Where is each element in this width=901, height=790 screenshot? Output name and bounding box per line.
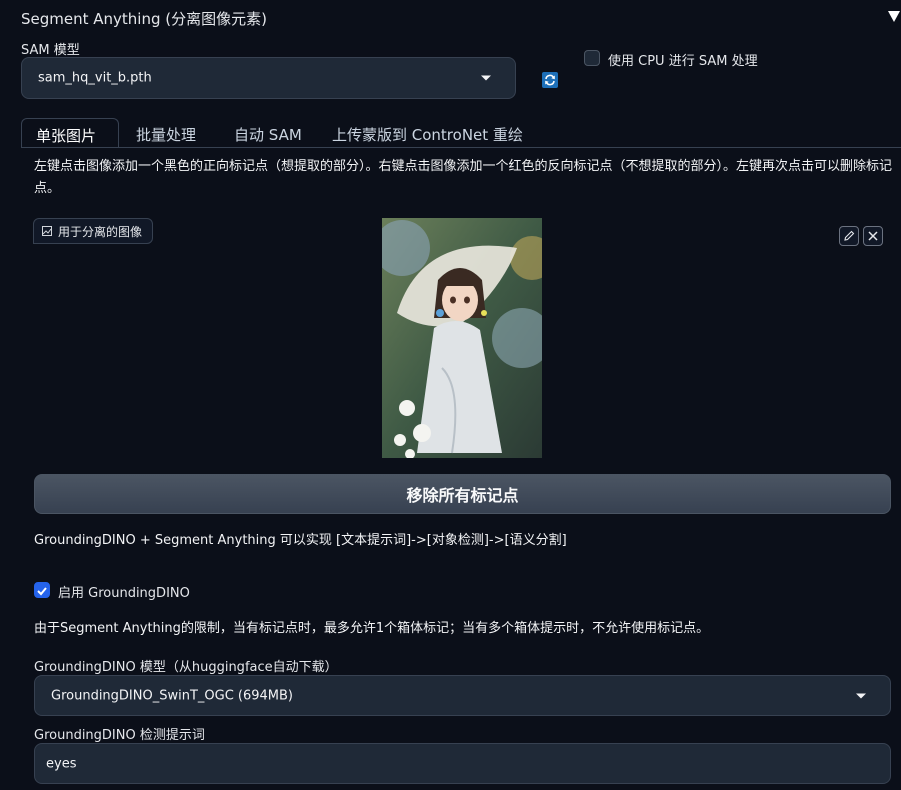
uploaded-image[interactable]: [382, 218, 542, 458]
tab-upload-mask-controlnet[interactable]: 上传蒙版到 ControNet 重绘: [318, 118, 537, 148]
sam-model-value: sam_hq_vit_b.pth: [38, 70, 152, 86]
edit-pencil-icon: [844, 230, 855, 241]
edit-button[interactable]: [839, 226, 859, 246]
image-icon: [42, 226, 52, 236]
groundingdino-prompt-value: eyes: [46, 756, 77, 771]
tab-batch[interactable]: 批量处理: [122, 118, 210, 148]
check-icon: [37, 587, 47, 596]
tab-single-image[interactable]: 单张图片: [21, 118, 119, 148]
cpu-checkbox-label: 使用 CPU 进行 SAM 处理: [608, 54, 758, 69]
cpu-checkbox[interactable]: [584, 50, 600, 66]
enable-groundingdino-checkbox[interactable]: [34, 582, 50, 598]
sam-model-dropdown[interactable]: sam_hq_vit_b.pth: [21, 57, 516, 99]
dropdown-caret-icon: [481, 75, 491, 81]
grounding-limitation-text: 由于Segment Anything的限制，当有标记点时，最多允许1个箱体标记；…: [34, 621, 710, 636]
image-panel-label: 用于分离的图像: [33, 218, 154, 244]
clear-image-button[interactable]: [863, 226, 883, 246]
remove-all-points-button[interactable]: 移除所有标记点: [34, 474, 891, 514]
refresh-icon: [545, 74, 555, 86]
sam-model-label: SAM 模型: [21, 43, 80, 58]
groundingdino-prompt-input[interactable]: eyes: [34, 743, 891, 784]
close-icon: [868, 231, 878, 241]
refresh-button[interactable]: [542, 72, 558, 88]
tab-divider: [21, 147, 901, 148]
collapse-triangle-icon[interactable]: [887, 9, 901, 23]
groundingdino-model-label: GroundingDINO 模型（从huggingface自动下载）: [34, 660, 338, 675]
tab-auto-sam[interactable]: 自动 SAM: [220, 118, 316, 148]
image-panel-label-text: 用于分离的图像: [58, 224, 143, 239]
grounding-intro-text: GroundingDINO + Segment Anything 可以实现 [文…: [34, 533, 567, 548]
groundingdino-model-dropdown[interactable]: GroundingDINO_SwinT_OGC (694MB): [34, 675, 891, 716]
enable-groundingdino-label: 启用 GroundingDINO: [58, 586, 190, 601]
instructions-text: 左键点击图像添加一个黑色的正向标记点（想提取的部分）。右键点击图像添加一个红色的…: [34, 159, 893, 196]
accordion-title[interactable]: Segment Anything (分离图像元素): [21, 8, 267, 29]
dropdown-caret-icon: [856, 693, 866, 698]
groundingdino-model-value: GroundingDINO_SwinT_OGC (694MB): [51, 688, 294, 703]
groundingdino-prompt-label: GroundingDINO 检测提示词: [34, 728, 205, 743]
